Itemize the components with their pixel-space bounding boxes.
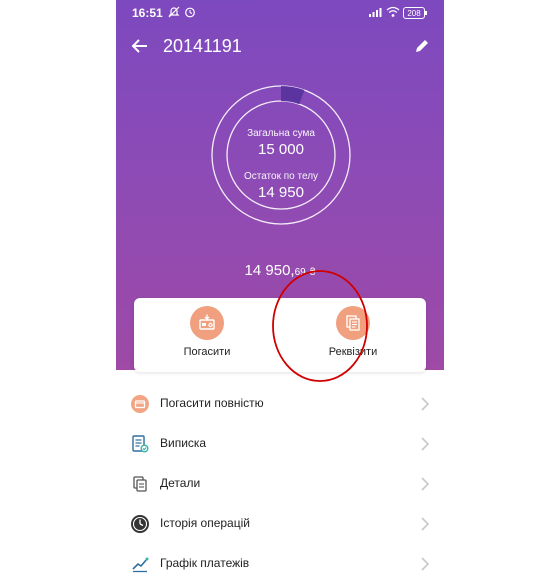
chevron-right-icon [421, 437, 430, 451]
alarm-icon [185, 7, 195, 18]
page-title: 20141191 [163, 36, 242, 56]
menu-item-statement[interactable]: Виписка [116, 424, 444, 464]
signal-icon [369, 8, 382, 17]
mute-icon [168, 6, 180, 18]
total-value: 15 000 [258, 141, 304, 158]
menu-item-details[interactable]: Детали [116, 464, 444, 504]
statement-icon [132, 435, 149, 453]
menu-label-details: Детали [160, 476, 201, 490]
remaining-label: Остаток по телу [243, 171, 319, 182]
menu-label-pay-full: Погасити повністю [160, 396, 264, 410]
annotation-circle [272, 270, 368, 382]
copy-icon [133, 476, 147, 492]
wallet-icon [131, 395, 149, 413]
pay-button-label: Погасити [183, 346, 231, 358]
menu-label-history: Історія операцій [160, 516, 250, 530]
menu-label-statement: Виписка [160, 436, 207, 450]
menu-item-pay-full[interactable]: Погасити повністю [116, 384, 444, 424]
chevron-right-icon [421, 397, 430, 411]
wifi-icon [386, 6, 400, 17]
chevron-right-icon [421, 477, 430, 491]
menu-item-schedule[interactable]: Графік платежів [116, 544, 444, 584]
menu-item-history[interactable]: Історія операцій [116, 504, 444, 544]
status-bar: 16:51 208 [116, 0, 444, 28]
total-label: Загальна сума [247, 128, 315, 139]
loan-progress-ring: Загальна сума 15 000 Остаток по телу 14 … [201, 75, 361, 235]
battery-indicator: 208 [403, 7, 427, 19]
card-payment-icon [190, 306, 224, 340]
pencil-icon[interactable] [414, 38, 430, 54]
arrow-left-icon[interactable] [130, 36, 150, 56]
pay-button[interactable]: Погасити [134, 298, 280, 372]
status-time: 16:51 [132, 6, 163, 20]
chart-icon [132, 557, 149, 573]
chevron-right-icon [421, 557, 430, 571]
remaining-value: 14 950 [258, 184, 304, 201]
phone-screen: 16:51 208 20141191 Загальна сума 15 000 … [116, 0, 444, 586]
clock-icon [131, 515, 149, 533]
chevron-right-icon [421, 517, 430, 531]
menu-label-schedule: Графік платежів [160, 556, 250, 570]
menu-list: Погасити повністю Виписка Детали Історія… [116, 384, 444, 584]
